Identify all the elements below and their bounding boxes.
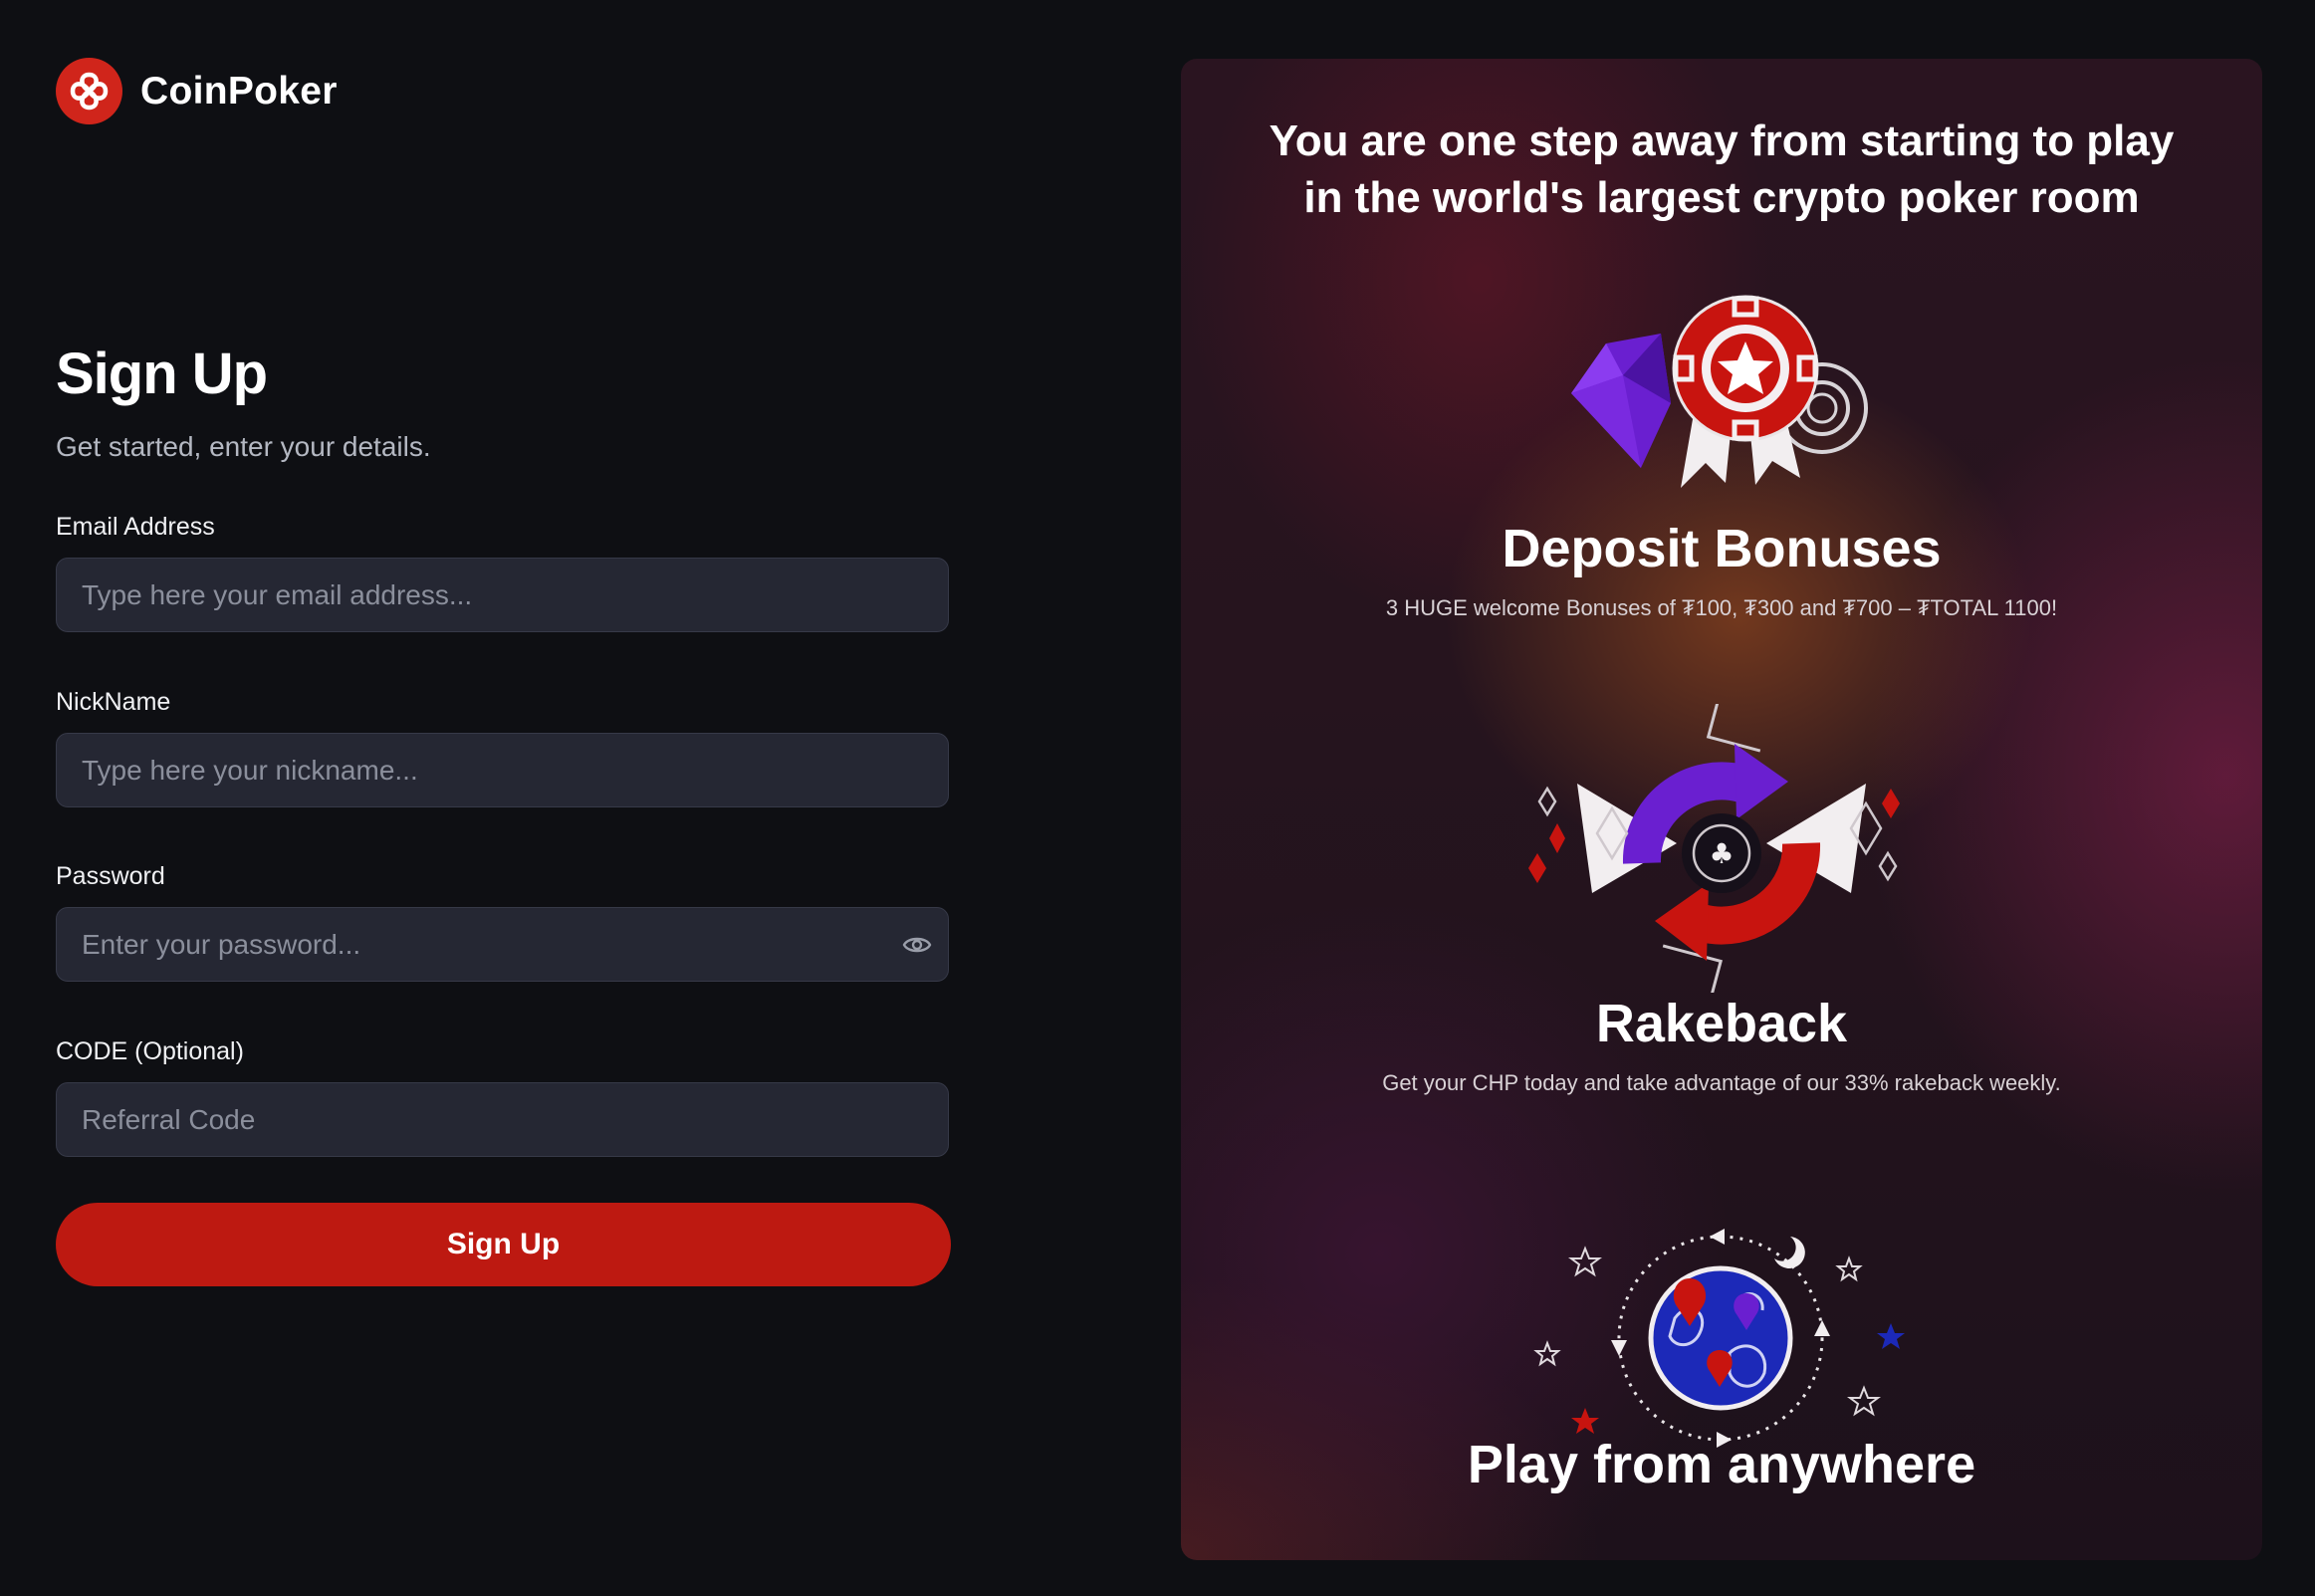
sign-up-button[interactable]: Sign Up (56, 1203, 951, 1286)
page-title: Sign Up (56, 342, 268, 406)
email-label: Email Address (56, 513, 215, 541)
brand-name: CoinPoker (140, 69, 338, 113)
password-input-container (56, 907, 949, 982)
promo-panel: You are one step away from starting to p… (1181, 59, 2262, 1560)
feature-play-anywhere: Play from anywhere (1181, 1433, 2262, 1496)
password-field-group: Password (56, 861, 951, 982)
password-label: Password (56, 862, 165, 890)
nickname-input-container (56, 733, 949, 807)
referral-code-input[interactable] (57, 1083, 948, 1156)
nickname-field-group: NickName (56, 687, 951, 807)
nickname-input[interactable] (57, 734, 948, 806)
email-input-container (56, 558, 949, 632)
promo-heading-line-1: You are one step away from starting to p… (1269, 116, 2175, 165)
feature-rakeback: Rakeback Get your CHP today and take adv… (1181, 992, 2262, 1097)
email-field-group: Email Address (56, 512, 951, 632)
feature-title: Play from anywhere (1467, 1435, 1976, 1494)
promo-heading: You are one step away from starting to p… (1181, 113, 2262, 226)
feature-description: Get your CHP today and take advantage of… (1382, 1070, 2061, 1095)
nickname-label: NickName (56, 688, 171, 716)
feature-description: 3 HUGE welcome Bonuses of ₮100, ₮300 and… (1385, 595, 2058, 620)
signup-page: CoinPoker Sign Up Get started, enter you… (0, 0, 2315, 1596)
code-label: CODE (Optional) (56, 1037, 244, 1065)
password-input[interactable] (57, 908, 948, 981)
signup-form: Sign Up Get started, enter your details.… (56, 339, 951, 1286)
trophy-chip-icon (1571, 295, 1868, 488)
code-input-container (56, 1082, 949, 1157)
coinpoker-logo-icon (56, 58, 122, 124)
feature-title: Deposit Bonuses (1502, 519, 1942, 578)
brand-logo[interactable]: CoinPoker (56, 58, 338, 124)
code-field-group: CODE (Optional) (56, 1036, 951, 1157)
eye-icon[interactable] (902, 931, 932, 959)
rakeback-cycle-icon: ♣ (1528, 704, 1900, 993)
feature-deposit-bonuses: Deposit Bonuses 3 HUGE welcome Bonuses o… (1181, 517, 2262, 622)
page-subtitle: Get started, enter your details. (56, 431, 431, 462)
email-input[interactable] (57, 559, 948, 631)
svg-text:♣: ♣ (1709, 837, 1734, 870)
promo-heading-line-2: in the world's largest crypto poker room (1303, 173, 2140, 222)
feature-title: Rakeback (1595, 994, 1848, 1053)
